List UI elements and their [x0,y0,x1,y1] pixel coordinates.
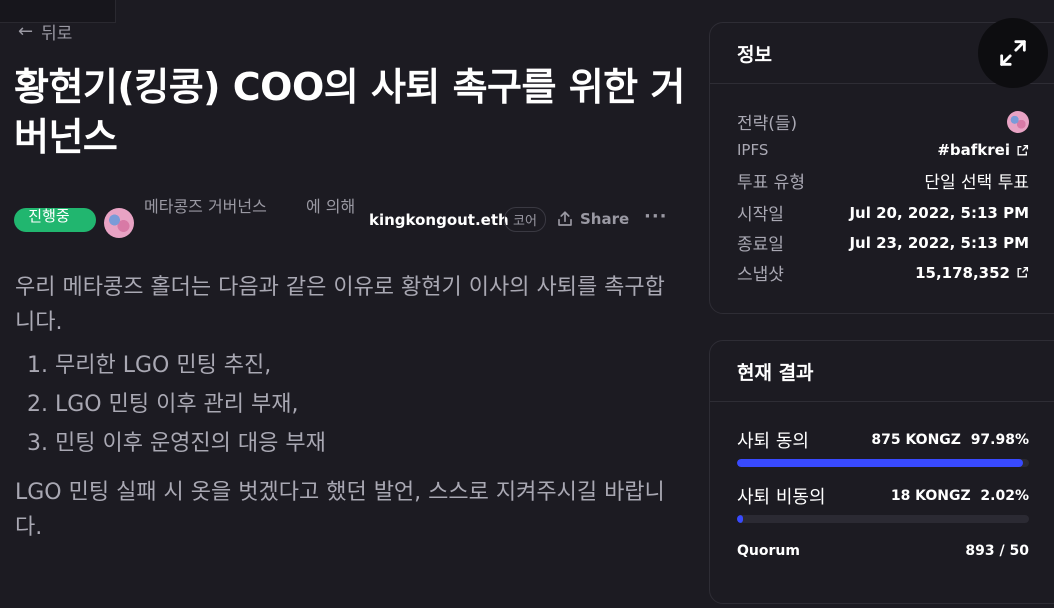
result-label: 사퇴 동의 [737,431,809,452]
vote-type-value: 단일 선택 투표 [924,173,1029,193]
list-item: 무리한 LGO 민팅 추진, [55,346,685,385]
by-label: 에 의해 [306,197,356,216]
vote-type-row: 투표 유형 단일 선택 투표 [737,168,1029,193]
external-link-icon [1017,266,1029,278]
author-role-badge: 코어 [504,207,546,232]
quorum-row: Quorum 893 / 50 [737,543,1029,559]
body-intro: 우리 메타콩즈 홀더는 다음과 같은 이유로 황현기 이사의 사퇴를 촉구합니다… [15,275,665,335]
result-bar-fill [737,515,743,523]
expand-button[interactable] [978,18,1048,88]
result-percent: 2.02% [980,488,1029,504]
result-amount: 875 KONGZ [871,432,961,448]
result-value: 18 KONGZ 2.02% [891,488,1029,504]
list-item: 민팅 이후 운영진의 대응 부재 [55,424,685,463]
result-bar-disagree [737,515,1029,523]
ipfs-label: IPFS [737,141,769,159]
end-date-value: Jul 23, 2022, 5:13 PM [849,233,1029,252]
strategy-value[interactable] [1007,110,1029,133]
reasons-list: 무리한 LGO 민팅 추진, LGO 민팅 이후 관리 부재, 민팅 이후 운영… [15,346,685,463]
result-label: 사퇴 비동의 [737,487,826,508]
result-percent: 97.98% [970,432,1029,448]
results-panel: 현재 결과 사퇴 동의 875 KONGZ 97.98% 사퇴 비동의 18 K… [709,340,1054,604]
share-icon [558,211,572,226]
strategy-avatar [1007,110,1029,133]
vote-type-label: 투표 유형 [737,173,805,193]
author-link[interactable]: kingkongout.eth [369,211,509,229]
result-bar-fill [737,459,1024,467]
end-date-label: 종료일 [737,235,784,255]
snapshot-link[interactable]: 15,178,352 [915,264,1029,282]
arrow-left-icon: ← [18,21,34,42]
result-row-disagree: 사퇴 비동의 18 KONGZ 2.02% [737,483,1029,509]
snapshot-label: 스냅샷 [737,265,784,285]
more-options-button[interactable]: ··· [644,206,668,227]
snapshot-row: 스냅샷 15,178,352 [737,260,1029,285]
share-label: Share [580,210,630,228]
result-row-agree: 사퇴 동의 875 KONGZ 97.98% [737,427,1029,453]
back-label: 뒤로 [41,24,73,44]
result-value: 875 KONGZ 97.98% [871,432,1029,448]
quorum-value: 893 / 50 [965,543,1029,559]
start-date-value: Jul 20, 2022, 5:13 PM [849,203,1029,222]
proposal-body: 우리 메타콩즈 홀더는 다음과 같은 이유로 황현기 이사의 사퇴를 촉구합니다… [15,270,685,545]
status-badge-label: 진행중 [28,207,70,225]
strategy-row: 전략(들) [737,109,1029,134]
strategy-label: 전략(들) [737,114,798,134]
share-button[interactable]: Share [556,210,629,228]
space-avatar[interactable] [104,208,134,238]
proposal-meta: 진행중 메타콩즈 거버넌스 에 의해 kingkongout.eth 코어 Sh… [14,196,674,246]
ipfs-link[interactable]: #bafkrei [937,141,1029,159]
space-name-link[interactable]: 메타콩즈 거버넌스 [144,194,294,219]
result-bar-agree [737,459,1029,467]
expand-icon [1000,40,1026,66]
ipfs-value: #bafkrei [937,141,1010,159]
result-amount: 18 KONGZ [890,488,971,504]
quorum-label: Quorum [737,543,800,559]
back-link[interactable]: ← 뒤로 [18,19,72,44]
proposal-title: 황현기(킹콩) COO의 사퇴 촉구를 위한 거버넌스 [14,65,685,159]
start-date-label: 시작일 [737,205,784,225]
start-date-row: 시작일 Jul 20, 2022, 5:13 PM [737,200,1029,226]
body-outro: LGO 민팅 실패 시 옷을 벗겠다고 했던 발언, 스스로 지켜주시길 바랍니… [15,480,665,540]
snapshot-value: 15,178,352 [915,263,1010,282]
end-date-row: 종료일 Jul 23, 2022, 5:13 PM [737,230,1029,256]
results-panel-title: 현재 결과 [710,341,1054,402]
list-item: LGO 민팅 이후 관리 부재, [55,385,685,424]
external-link-icon [1017,144,1029,156]
ipfs-row: IPFS #bafkrei [737,141,1029,159]
